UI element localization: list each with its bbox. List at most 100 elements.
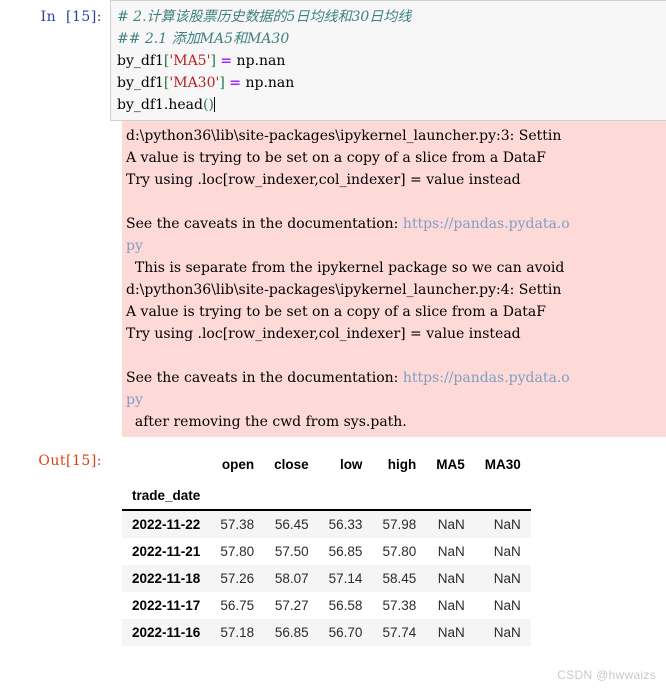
output-cell: Out[15]: open close low high MA5 MA30 trade_d… [0, 451, 666, 646]
documentation-link[interactable]: https://pandas.pydata.o [403, 370, 570, 386]
table-cell: NaN [437, 598, 465, 613]
table-cell: 57.38 [220, 517, 255, 532]
table-cell: NaN [437, 625, 465, 640]
row-index-cell: 2022-11-17 [132, 598, 201, 613]
table-cell: 56.45 [274, 517, 309, 532]
warning-line: py [126, 235, 666, 257]
warning-text: This is separate from the ipykernel pack… [126, 260, 565, 276]
table-cell: NaN [493, 517, 521, 532]
index-name-filler [264, 478, 319, 510]
warning-line: A value is trying to be set on a copy of… [126, 301, 666, 323]
row-index-cell: 2022-11-21 [132, 544, 201, 559]
code-line: by_df1.head() [117, 94, 666, 116]
dataframe-thead: open close low high MA5 MA30 trade_date [122, 451, 531, 510]
warning-line: See the caveats in the documentation: ht… [126, 367, 666, 389]
table-cell: 56.75 [220, 598, 255, 613]
op-token: = [229, 75, 242, 91]
row-index-cell: 2022-11-18 [132, 571, 201, 586]
warning-line: d:\python36\lib\site-packages\ipykernel_… [126, 125, 666, 147]
op-token: = [220, 53, 233, 69]
table-cell: 56.70 [328, 625, 363, 640]
input-prompt-label: In [15]: [40, 9, 102, 25]
warning-text: See the caveats in the documentation: [126, 370, 403, 386]
index-name-filler [372, 478, 426, 510]
warning-line: d:\python36\lib\site-packages\ipykernel_… [126, 279, 666, 301]
code-token: by_df1 [117, 75, 164, 91]
table-cell: 58.07 [274, 571, 309, 586]
table-row: 2022-11-16 57.18 56.85 56.70 57.74 NaN NaN [122, 619, 531, 646]
column-header-row: open close low high MA5 MA30 [122, 451, 531, 478]
code-token: by_df1.head [117, 97, 203, 113]
column-header: MA5 [436, 457, 465, 472]
column-header: close [274, 457, 309, 472]
code-token: np.nan [241, 75, 295, 91]
table-cell: 57.26 [220, 571, 255, 586]
column-header: high [387, 457, 417, 472]
code-line: ## 2.1 添加MA5和MA30 [117, 28, 666, 50]
table-cell: NaN [493, 544, 521, 559]
table-cell: 57.18 [220, 625, 255, 640]
table-cell: 57.27 [274, 598, 309, 613]
corner-cell [122, 451, 210, 478]
table-cell: 57.74 [382, 625, 417, 640]
warning-line [126, 345, 666, 367]
documentation-link[interactable]: https://pandas.pydata.o [403, 216, 570, 232]
table-cell: NaN [493, 625, 521, 640]
code-lines-container: # 2.计算该股票历史数据的5日均线和30日均线 ## 2.1 添加MA5和MA3… [117, 6, 666, 116]
table-cell: 56.33 [328, 517, 363, 532]
table-cell: NaN [437, 571, 465, 586]
index-name-filler [475, 478, 531, 510]
code-editor[interactable]: # 2.计算该股票历史数据的5日均线和30日均线 ## 2.1 添加MA5和MA3… [110, 0, 666, 121]
warning-output-cell: d:\python36\lib\site-packages\ipykernel_… [0, 121, 666, 437]
table-cell: 56.58 [328, 598, 363, 613]
warning-line: Try using .loc[row_indexer,col_indexer] … [126, 323, 666, 345]
warning-text: d:\python36\lib\site-packages\ipykernel_… [126, 282, 562, 298]
str-token: 'MA30' [169, 75, 220, 91]
warning-line: This is separate from the ipykernel pack… [126, 257, 666, 279]
table-cell: 57.80 [382, 544, 417, 559]
warning-text: A value is trying to be set on a copy of… [126, 150, 546, 166]
table-row: 2022-11-17 56.75 57.27 56.58 57.38 NaN NaN [122, 592, 531, 619]
index-name-filler [319, 478, 373, 510]
table-cell: NaN [493, 598, 521, 613]
documentation-link[interactable]: py [126, 392, 143, 408]
table-row: 2022-11-22 57.38 56.45 56.33 57.98 NaN NaN [122, 510, 531, 538]
warning-line: Try using .loc[row_indexer,col_indexer] … [126, 169, 666, 191]
dataframe-tbody: 2022-11-22 57.38 56.45 56.33 57.98 NaN NaN 2022… [122, 510, 531, 646]
table-row: 2022-11-18 57.26 58.07 57.14 58.45 NaN NaN [122, 565, 531, 592]
column-header: open [221, 457, 255, 472]
column-header: MA30 [484, 457, 521, 472]
warning-line: py [126, 389, 666, 411]
dataframe-table: open close low high MA5 MA30 trade_date 2022-… [122, 451, 531, 646]
paren-token: () [202, 97, 214, 113]
table-cell: 58.45 [382, 571, 417, 586]
documentation-link[interactable]: py [126, 238, 143, 254]
table-cell: 57.50 [274, 544, 309, 559]
row-index-cell: 2022-11-22 [132, 517, 201, 532]
comment-token: ## 2.1 添加MA5和MA30 [117, 31, 290, 47]
text-cursor [213, 97, 215, 112]
output-prompt-label: Out[15]: [38, 453, 102, 469]
warning-text: See the caveats in the documentation: [126, 216, 403, 232]
warning-text: Try using .loc[row_indexer,col_indexer] … [126, 172, 521, 188]
table-cell: NaN [437, 544, 465, 559]
table-cell: 56.85 [274, 625, 309, 640]
table-cell: 57.14 [328, 571, 363, 586]
warning-line: after removing the cwd from sys.path. [126, 411, 666, 433]
column-header: low [339, 457, 363, 472]
code-line: by_df1['MA30'] = np.nan [117, 72, 666, 94]
comment-token: # 2.计算该股票历史数据的5日均线和30日均线 [117, 9, 412, 25]
table-row: 2022-11-21 57.80 57.50 56.85 57.80 NaN NaN [122, 538, 531, 565]
csdn-watermark: CSDN @hwwaizs [557, 668, 656, 682]
warning-text: A value is trying to be set on a copy of… [126, 304, 546, 320]
dataframe-output: open close low high MA5 MA30 trade_date 2022-… [110, 451, 531, 646]
warning-line: A value is trying to be set on a copy of… [126, 147, 666, 169]
table-cell: 56.85 [328, 544, 363, 559]
table-cell: NaN [493, 571, 521, 586]
table-cell: NaN [437, 517, 465, 532]
index-name-cell: trade_date [132, 488, 201, 503]
index-name-filler [426, 478, 475, 510]
stderr-warning-area: d:\python36\lib\site-packages\ipykernel_… [122, 121, 666, 437]
warning-text: Try using .loc[row_indexer,col_indexer] … [126, 326, 521, 342]
warning-line [126, 191, 666, 213]
